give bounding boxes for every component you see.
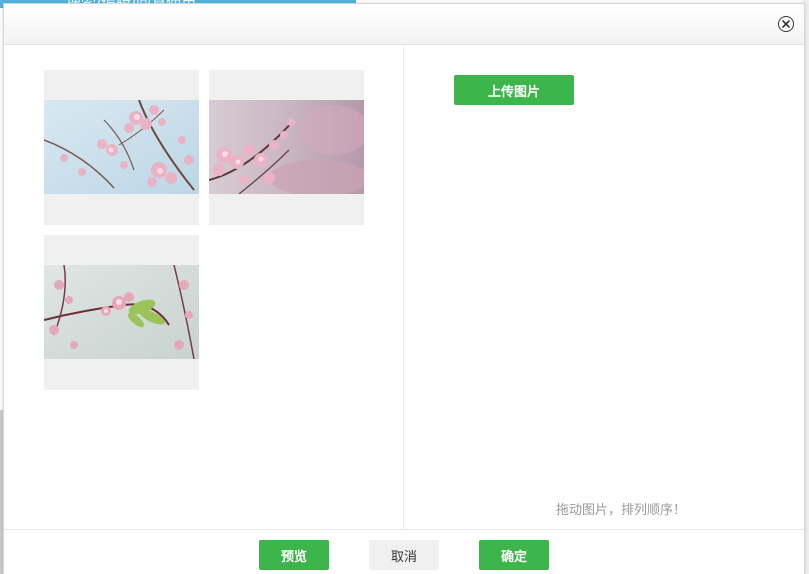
image-thumbnail-3[interactable] — [44, 235, 199, 390]
upload-image-button[interactable]: 上传图片 — [454, 75, 574, 105]
image-thumbnail-2[interactable] — [209, 70, 364, 225]
preview-button[interactable]: 预览 — [259, 540, 329, 570]
confirm-button[interactable]: 确定 — [479, 540, 549, 570]
cancel-button[interactable]: 取消 — [369, 540, 439, 570]
close-icon[interactable] — [778, 16, 794, 32]
dialog-body: 上传图片 拖动图片，排列顺序！ — [4, 45, 804, 529]
cherry-blossom-photo-3 — [44, 265, 199, 359]
screen: 搜索/编辑/回复使用 — [0, 0, 809, 574]
upload-pane: 上传图片 拖动图片，排列顺序！ — [404, 45, 804, 529]
close-x-glyph — [782, 20, 790, 28]
image-thumbnail-1[interactable] — [44, 70, 199, 225]
cherry-blossom-photo-1 — [44, 100, 199, 194]
dialog-footer: 预览 取消 确定 — [4, 529, 804, 574]
image-upload-dialog: 上传图片 拖动图片，排列顺序！ 预览 取消 确定 — [3, 3, 805, 574]
drag-sort-hint: 拖动图片，排列顺序！ — [555, 503, 686, 518]
cherry-blossom-photo-2 — [209, 100, 364, 194]
dialog-header — [4, 4, 804, 45]
image-list-pane — [4, 45, 404, 529]
